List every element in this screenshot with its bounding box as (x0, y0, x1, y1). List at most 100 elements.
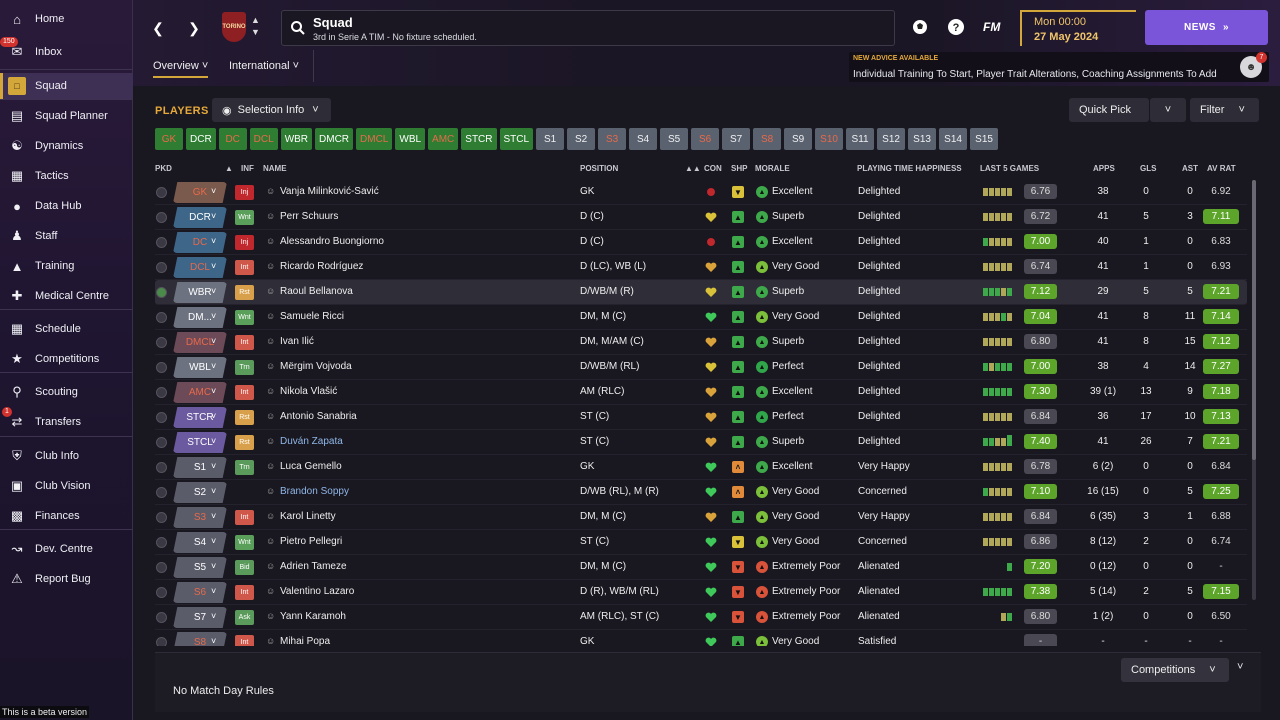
sidebar-item-data-hub[interactable]: ● Data Hub (0, 193, 133, 219)
col-name[interactable]: NAME (263, 164, 287, 173)
chevron-down-icon[interactable]: ˅ (211, 611, 216, 621)
player-name[interactable]: Alessandro Buongiorno (280, 236, 384, 247)
col-gls[interactable]: GLS (1140, 164, 1156, 173)
player-name[interactable]: Yann Karamoh (280, 611, 346, 622)
row-checkbox[interactable] (156, 412, 167, 423)
chevron-down-icon[interactable]: ˅ (211, 561, 216, 571)
picked-position-selector[interactable]: STCL (173, 432, 227, 453)
picked-position-selector[interactable]: S1 (173, 457, 227, 478)
news-button[interactable]: NEWS » (1145, 10, 1268, 45)
sidebar-item-schedule[interactable]: ▦ Schedule (0, 316, 133, 342)
chevron-down-icon[interactable]: ˅ (211, 636, 216, 646)
col-morale[interactable]: MORALE (755, 164, 790, 173)
col-con[interactable]: CON (704, 164, 722, 173)
position-chip-s9[interactable]: S9 (784, 128, 813, 150)
game-date[interactable]: Mon 00:00 27 May 2024 (1020, 10, 1136, 46)
col-playing-time[interactable]: PLAYING TIME HAPPINESS (857, 164, 962, 173)
position-chip-wbl[interactable]: WBL (395, 128, 426, 150)
chevron-down-icon[interactable]: ˅ (211, 386, 216, 396)
sidebar-item-staff[interactable]: ♟ Staff (0, 223, 133, 249)
player-name[interactable]: Pietro Pellegri (280, 536, 342, 547)
row-checkbox[interactable] (156, 262, 167, 273)
advice-panel[interactable]: NEW ADVICE AVAILABLE Individual Training… (849, 52, 1269, 82)
position-chip-dc[interactable]: DC (218, 128, 247, 150)
table-row[interactable]: S3 ˅ Int ☺ Karol Linetty DM, M (C) ▲ ▲ Very Good… (155, 505, 1247, 530)
sidebar-item-squad-planner[interactable]: ▤ Squad Planner (0, 103, 133, 129)
table-row[interactable]: S1 ˅ Trn ☺ Luca Gemello GK ˄ ▲ Excellent Very Hap… (155, 455, 1247, 480)
chevron-down-icon[interactable]: ˅ (211, 536, 216, 546)
sidebar-item-report-bug[interactable]: ⚠ Report Bug (0, 566, 133, 592)
chevron-down-icon[interactable]: ˅ (211, 511, 216, 521)
col-apps[interactable]: APPS (1093, 164, 1115, 173)
table-row[interactable]: STCL ˅ Rst ☺ Duván Zapata ST (C) ▲ ▲ Superb Delig… (155, 430, 1247, 455)
position-chip-wbr[interactable]: WBR (280, 128, 313, 150)
tab-international[interactable]: International ˅ (229, 60, 299, 72)
picked-position-selector[interactable]: DMCL (173, 332, 227, 353)
chevron-down-icon[interactable]: ˅ (211, 186, 216, 196)
chevron-down-icon[interactable]: ˅ (211, 586, 216, 596)
table-row[interactable]: S2 ˅ ☺ Brandon Soppy D/WB (RL), M (R) ˄ ▲ Very … (155, 480, 1247, 505)
chevron-down-icon[interactable]: ˅ (211, 236, 216, 246)
filter-button[interactable]: Filter ˅ (1190, 98, 1259, 122)
forward-button[interactable]: ❯ (181, 14, 207, 42)
position-chip-stcl[interactable]: STCL (499, 128, 534, 150)
chevron-down-icon[interactable]: ˅ (211, 361, 216, 371)
table-row[interactable]: STCR ˅ Rst ☺ Antonio Sanabria ST (C) ▲ ▲ Perfect… (155, 405, 1247, 430)
football-icon[interactable] (910, 17, 930, 37)
picked-position-selector[interactable]: AMC (173, 382, 227, 403)
row-checkbox[interactable] (156, 462, 167, 473)
col-avrat[interactable]: AV RAT (1207, 164, 1236, 173)
col-position[interactable]: POSITION (580, 164, 618, 173)
player-name[interactable]: Perr Schuurs (280, 211, 338, 222)
picked-position-selector[interactable]: STCR (173, 407, 227, 428)
table-row[interactable]: WBR ˅ Rst ☺ Raoul Bellanova D/WB/M (R) ▲ ▲ Super… (155, 280, 1247, 305)
position-chip-s10[interactable]: S10 (815, 128, 844, 150)
chevron-down-icon[interactable]: ˅ (211, 436, 216, 446)
row-checkbox[interactable] (156, 337, 167, 348)
table-row[interactable]: AMC ˅ Int ☺ Nikola Vlašić AM (RLC) ▲ ▲ Excellent… (155, 380, 1247, 405)
position-chip-gk[interactable]: GK (155, 128, 183, 150)
player-name[interactable]: Vanja Milinković-Savić (280, 186, 379, 197)
table-row[interactable]: GK ˅ Inj ☺ Vanja Milinković-Savić GK ▼ ▲ Excelle… (155, 180, 1247, 205)
player-name[interactable]: Mihai Popa (280, 636, 330, 646)
position-chip-dcr[interactable]: DCR (186, 128, 216, 150)
row-checkbox[interactable] (156, 187, 167, 198)
row-checkbox[interactable] (156, 637, 167, 646)
chevron-down-icon[interactable]: ˅ (211, 461, 216, 471)
chevron-down-icon[interactable]: ˅ (211, 336, 216, 346)
help-icon[interactable]: ? (946, 17, 966, 37)
sidebar-item-dynamics[interactable]: ☯ Dynamics (0, 133, 133, 159)
col-inf[interactable]: INF (241, 164, 254, 173)
col-pkd[interactable]: PKD (155, 164, 172, 173)
row-checkbox[interactable] (156, 437, 167, 448)
sidebar-item-home[interactable]: ⌂ Home (0, 6, 133, 32)
picked-position-selector[interactable]: S5 (173, 557, 227, 578)
row-checkbox[interactable] (156, 537, 167, 548)
sidebar-item-training[interactable]: ▲ Training (0, 253, 133, 279)
row-checkbox[interactable] (156, 312, 167, 323)
table-row[interactable]: S4 ˅ Wnt ☺ Pietro Pellegri ST (C) ▼ ▲ Very Good C… (155, 530, 1247, 555)
picked-position-selector[interactable]: S2 (173, 482, 227, 503)
table-row[interactable]: DMCL ˅ Int ☺ Ivan Ilić DM, M/AM (C) ▲ ▲ Superb De… (155, 330, 1247, 355)
tab-overview[interactable]: Overview ˅ (153, 60, 209, 78)
col-shp[interactable]: SHP (731, 164, 747, 173)
row-checkbox[interactable] (156, 237, 167, 248)
chevron-down-icon[interactable]: ˅ (211, 261, 216, 271)
position-chip-s5[interactable]: S5 (660, 128, 689, 150)
row-checkbox[interactable] (156, 512, 167, 523)
row-checkbox[interactable] (156, 387, 167, 398)
position-chip-s4[interactable]: S4 (629, 128, 658, 150)
competitions-button[interactable]: Competitions ˅ (1121, 658, 1229, 682)
picked-position-selector[interactable]: WBR (173, 282, 227, 303)
table-row[interactable]: DCR ˅ Wnt ☺ Perr Schuurs D (C) ▲ ▲ Superb Delight… (155, 205, 1247, 230)
fm-menu[interactable]: FM (983, 20, 1000, 34)
player-name[interactable]: Duván Zapata (280, 436, 343, 447)
picked-position-selector[interactable]: DCL (173, 257, 227, 278)
col-ast[interactable]: AST (1182, 164, 1198, 173)
position-chip-s12[interactable]: S12 (877, 128, 906, 150)
sidebar-item-dev-centre[interactable]: ↝ Dev. Centre (0, 536, 133, 562)
position-chip-stcr[interactable]: STCR (461, 128, 497, 150)
row-checkbox[interactable] (156, 612, 167, 623)
position-chip-s14[interactable]: S14 (939, 128, 968, 150)
picked-position-selector[interactable]: DM... (173, 307, 227, 328)
